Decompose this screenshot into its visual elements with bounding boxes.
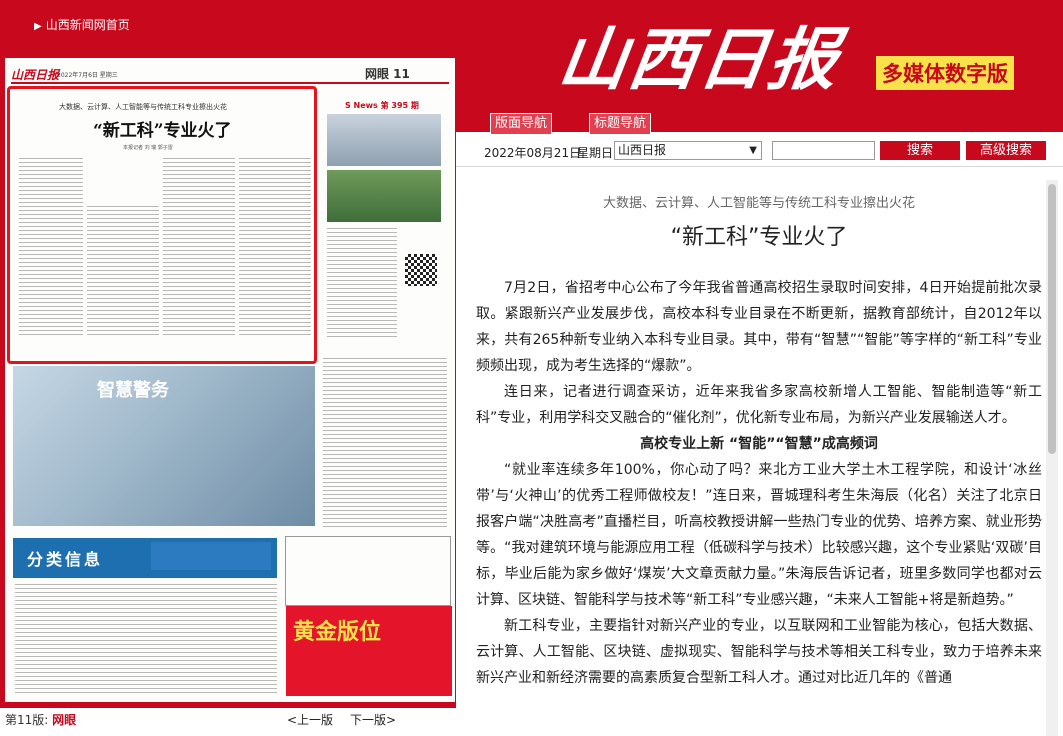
- search-bar: 2022年08月21日 星期日 山西日报 ▼ 搜索 高级搜索: [456, 138, 1063, 164]
- search-button[interactable]: 搜索: [880, 141, 960, 160]
- layout-nav-button[interactable]: 版面导航: [490, 113, 552, 135]
- article-subtitle: 大数据、云计算、人工智能等与传统工科专业擦出火花: [602, 196, 915, 211]
- play-triangle-icon: ▶: [34, 21, 42, 32]
- thumb-text-block: [327, 228, 397, 338]
- thumb-gold-title: 黄金版位: [293, 620, 382, 645]
- issue-date: 2022年08月21日: [484, 146, 582, 160]
- article-title: “新工科”专业火了: [670, 225, 848, 250]
- thumb-classified-title: 分类信息: [27, 550, 104, 569]
- title-nav-button[interactable]: 标题导航: [589, 113, 651, 135]
- page-name: 网眼: [52, 713, 77, 727]
- advanced-search-button[interactable]: 高级搜索: [966, 141, 1046, 160]
- divider: [456, 166, 1063, 167]
- thumb-news-tag: S News 第 395 期: [345, 101, 419, 110]
- thumb-notice-box: [285, 536, 451, 606]
- article-paragraph: 新工科专业，主要指针对新兴产业的专业，以互联网和工业智能为核心，包括大数据、云计…: [476, 618, 1042, 686]
- thumb-text-block: [323, 358, 447, 528]
- article-highlight-box[interactable]: [7, 86, 317, 364]
- paper-select[interactable]: 山西日报 ▼: [614, 141, 762, 160]
- paper-select-value: 山西日报: [618, 143, 667, 157]
- article-section-heading: 高校专业上新 “智能”“智慧”成高频词: [640, 436, 878, 452]
- thumb-classified-ad: [151, 542, 271, 570]
- article-paragraph: “就业率连续多年100%，你心动了吗？来北方工业大学土木工程学院，和设计‘冰丝带…: [476, 462, 1042, 608]
- issue-weekday: 星期日: [577, 146, 614, 160]
- thumb-mountain-photo: [327, 170, 441, 222]
- article-paragraph: 连日来，记者进行调查采访，近年来我省多家高校新增人工智能、智能制造等“新工科”专…: [476, 384, 1042, 426]
- site-logo: 山西日报: [553, 20, 845, 100]
- thumb-date: 2022年7月6日 星期三: [57, 72, 118, 79]
- search-input[interactable]: [772, 141, 875, 160]
- thumb-rule: [11, 82, 449, 84]
- thumb-masthead: 山西日报: [11, 68, 60, 82]
- article-scrollbar[interactable]: [1046, 180, 1058, 736]
- page-number: 第11版: 网眼: [5, 711, 76, 728]
- next-page-link[interactable]: 下一版>: [350, 711, 396, 728]
- article-paragraph: 7月2日，省招考中心公布了今年我省普通高校招生录取时间安排，4日开始提前批次录取…: [476, 280, 1042, 374]
- thumb-qr-code: [405, 254, 437, 286]
- page-number-label: 第11版:: [5, 713, 49, 727]
- newspaper-page-image[interactable]: 山西日报 2022年7月6日 星期三 网眼 11 大数据、云计算、人工智能等与传…: [5, 58, 455, 702]
- article: 大数据、云计算、人工智能等与传统工科专业擦出火花 “新工科”专业火了 7月2日，…: [476, 180, 1042, 736]
- thumb-police-sign: 智慧警务: [97, 380, 169, 401]
- prev-page-link[interactable]: <上一版: [287, 711, 333, 728]
- chevron-down-icon: ▼: [749, 145, 757, 156]
- thumb-train-photo: [327, 114, 441, 166]
- page-footer: 第11版: 网眼 <上一版 下一版>: [0, 708, 456, 736]
- page-viewer: 山西日报 2022年7月6日 星期三 网眼 11 大数据、云计算、人工智能等与传…: [0, 52, 456, 736]
- article-body: 7月2日，省招考中心公布了今年我省普通高校招生录取时间安排，4日开始提前批次录取…: [476, 275, 1042, 691]
- media-edition-tag: 多媒体数字版: [876, 56, 1014, 90]
- home-link[interactable]: ▶ 山西新闻网首页: [34, 16, 130, 33]
- home-link-label: 山西新闻网首页: [45, 18, 130, 32]
- scrollbar-thumb[interactable]: [1048, 184, 1056, 454]
- thumb-text-block: [15, 584, 277, 696]
- thumb-section: 网眼 11: [365, 67, 410, 81]
